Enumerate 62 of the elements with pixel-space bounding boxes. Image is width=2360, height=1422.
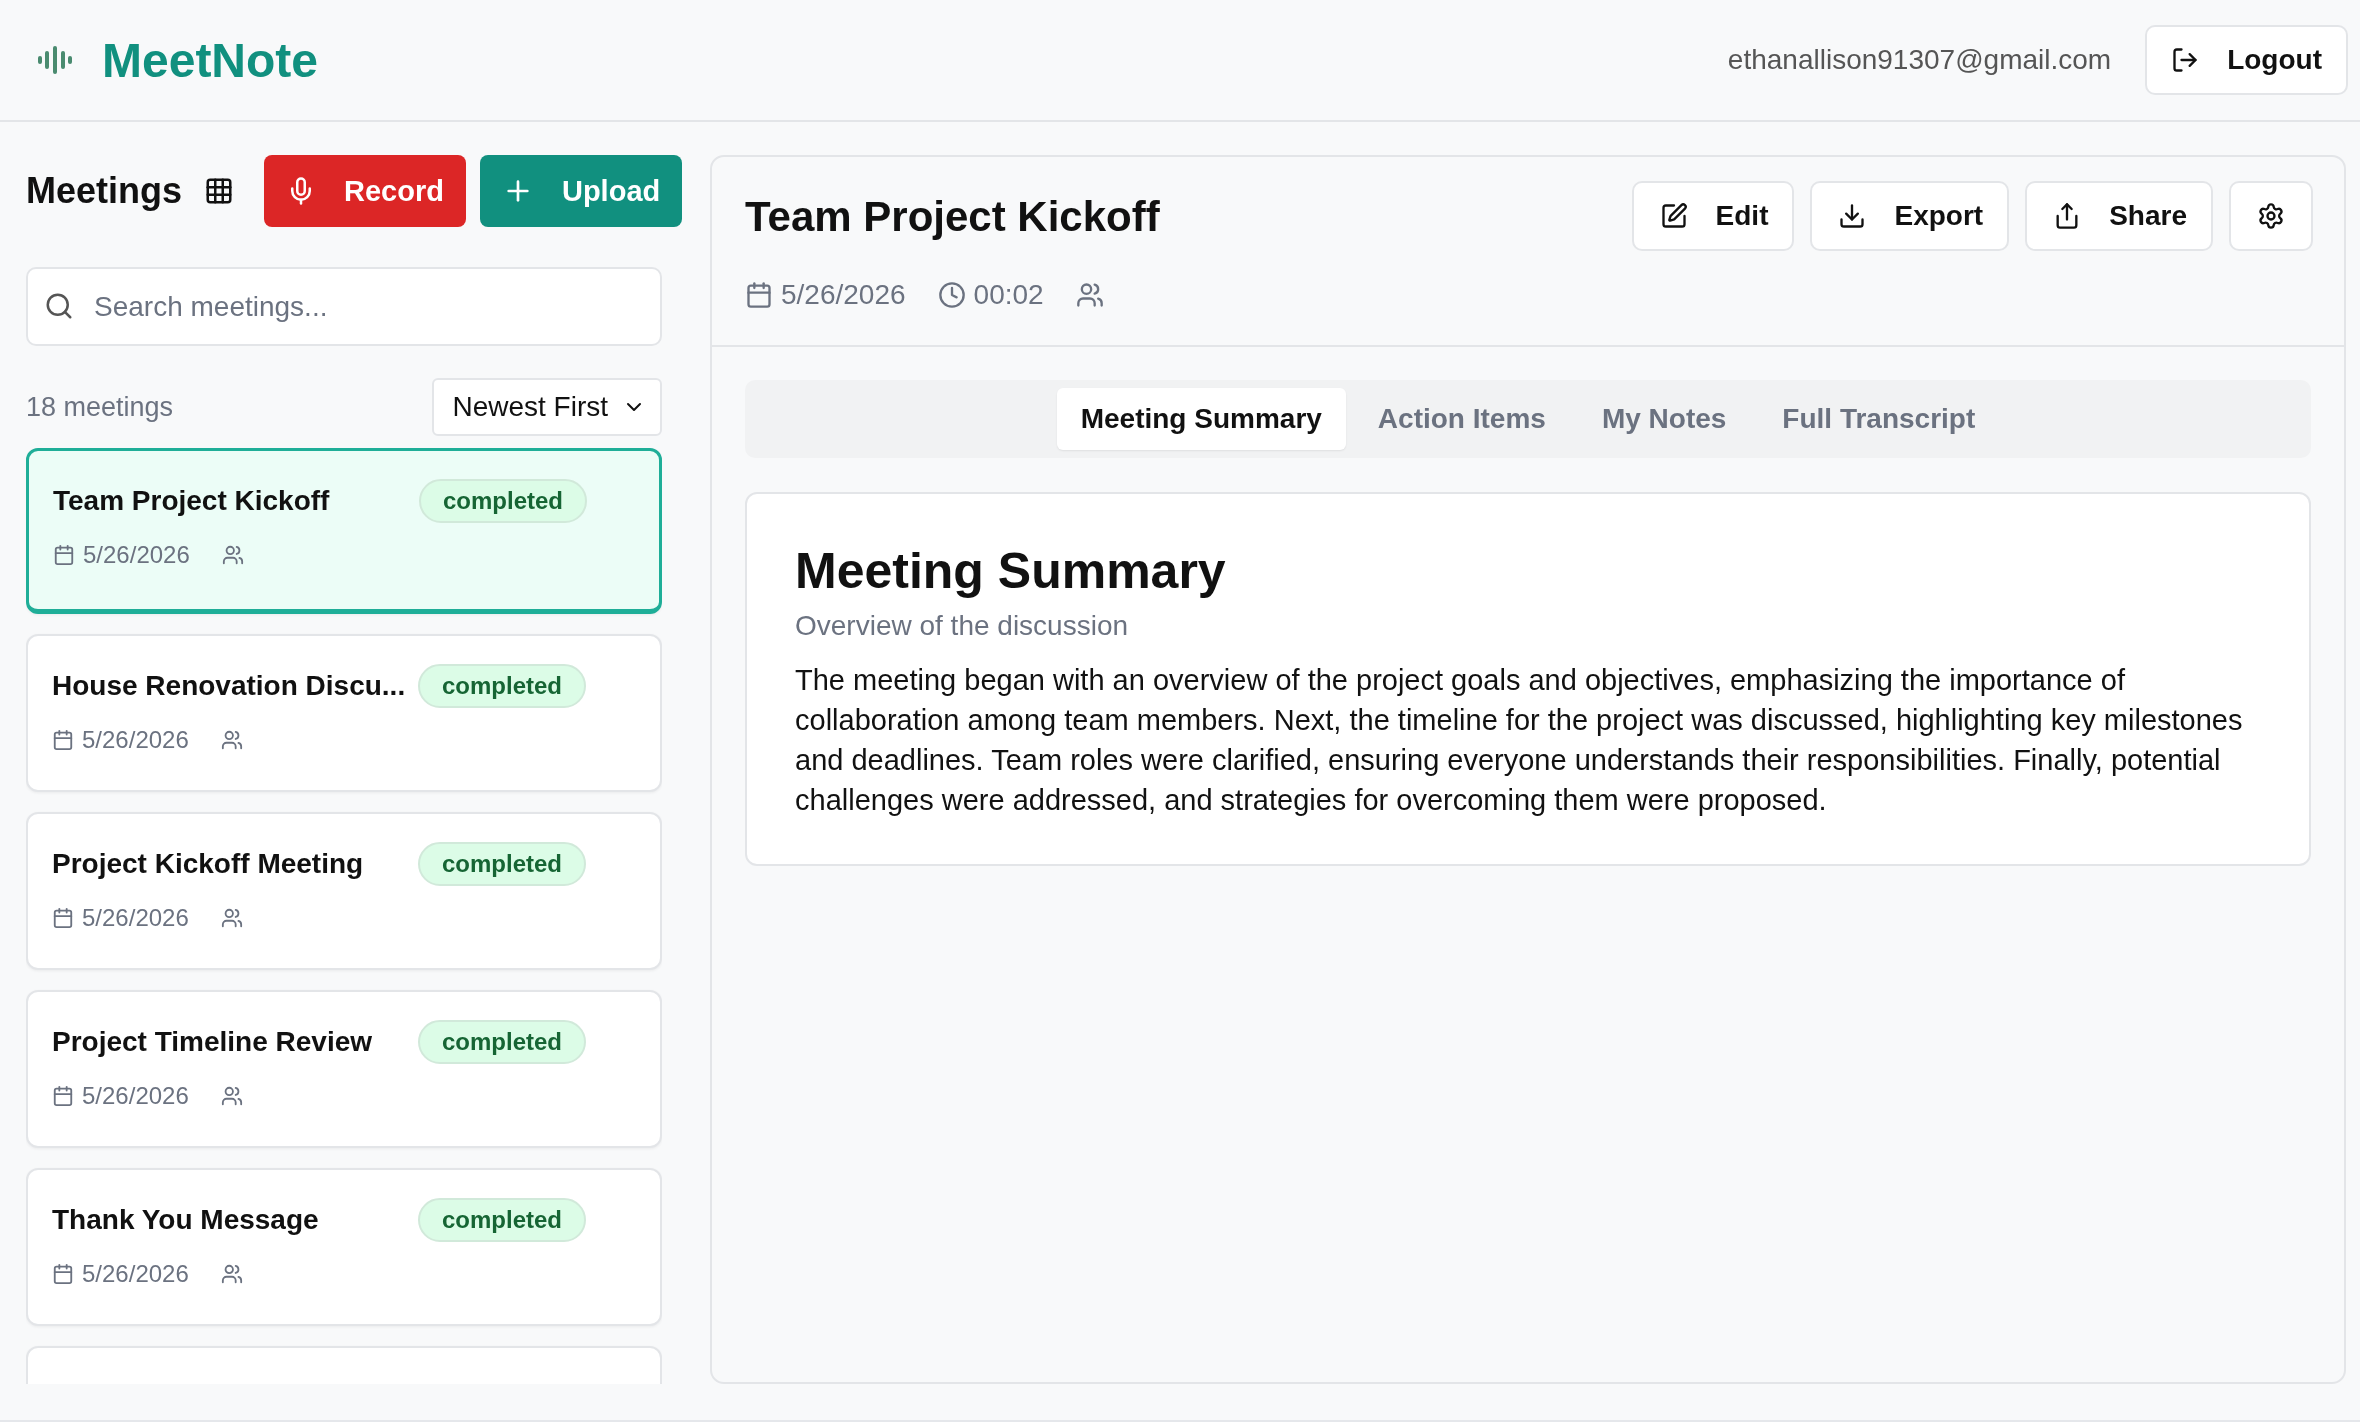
calendar-icon [52, 1263, 74, 1285]
download-icon [1838, 202, 1867, 230]
meeting-title: Project Timeline Review [52, 1026, 374, 1058]
logout-button[interactable]: Logout [2145, 25, 2348, 95]
clock-icon [937, 281, 966, 309]
meeting-card[interactable]: Team Project Kickoff completed 5/26/2026 [26, 448, 662, 614]
search-field[interactable]: Search meetings... [26, 267, 662, 346]
participants-icon [221, 544, 244, 566]
meeting-date: 5/26/2026 [83, 541, 190, 569]
participants-icon [220, 1263, 243, 1285]
meeting-count: 18 meetings [26, 391, 174, 423]
meeting-card[interactable]: Project Timeline Review completed 5/26/2026 [26, 990, 662, 1148]
meeting-date: 5/26/2026 [82, 1082, 189, 1110]
calendar-icon [745, 281, 773, 309]
upload-button[interactable]: Upload [479, 155, 683, 227]
meeting-duration: 00:02 [973, 279, 1044, 311]
calendar-icon [52, 729, 74, 751]
summary-subtitle: Overview of the discussion [795, 610, 1130, 642]
meeting-date: 5/26/2026 [82, 904, 189, 932]
sound-wave-icon [38, 46, 72, 74]
meeting-date: 5/26/2026 [82, 726, 189, 754]
status-badge: completed [418, 842, 587, 886]
summary-heading: Meeting Summary [795, 542, 1227, 600]
edit-button[interactable]: Edit [1631, 181, 1795, 251]
meeting-title: House Renovation Discu... [52, 670, 407, 702]
settings-icon [2257, 202, 2285, 230]
app-logo[interactable]: MeetNote [102, 32, 319, 88]
participants-icon [1075, 281, 1104, 309]
calendar-icon [53, 544, 75, 566]
participants-icon [220, 1085, 243, 1107]
meeting-title: Project Kickoff Meeting [52, 848, 365, 880]
status-badge: completed [418, 1020, 587, 1064]
summary-text: The meeting began with an overview of the project goals and objectives, emphasizing the importance of collaboration among team members. Next, the timeline for the project was discussed, highlighting key milestones and deadlines. Team roles were clarified, ensuring everyone understands their responsibilities. Finally, potential challenges were addressed, and strategies for overcoming them were proposed. [795, 663, 2244, 818]
tab[interactable]: Action Items [1353, 388, 1570, 450]
calendar-icon [52, 907, 74, 929]
record-button[interactable]: Record [264, 155, 466, 227]
tab[interactable]: My Notes [1577, 388, 1751, 450]
sidebar-title: Meetings [26, 170, 183, 212]
settings-button[interactable] [2229, 181, 2313, 251]
search-icon [44, 291, 74, 321]
meeting-date: 5/26/2026 [781, 279, 906, 311]
edit-icon [1659, 202, 1688, 230]
meeting-card[interactable]: House Renovation Discu... completed 5/26/2026 [26, 634, 662, 792]
share-button[interactable]: Share [2025, 181, 2213, 251]
tab[interactable]: Meeting Summary [1056, 388, 1346, 450]
calendar-icon [52, 1085, 74, 1107]
sort-dropdown[interactable]: Newest First [432, 378, 662, 436]
grid-view-icon[interactable] [204, 176, 235, 206]
participants-icon [220, 729, 243, 751]
tab[interactable]: Full Transcript [1758, 388, 2000, 450]
status-badge: completed [419, 479, 588, 523]
participants-icon [220, 907, 243, 929]
user-email: ethanallison91307@gmail.com [1727, 44, 2112, 76]
meeting-title: Team Project Kickoff [53, 485, 331, 517]
meeting-title: Thank You Message [52, 1204, 320, 1236]
status-badge: completed [418, 1198, 587, 1242]
meeting-card[interactable]: Thank You Message completed 5/26/2026 [26, 1168, 662, 1326]
export-button[interactable]: Export [1810, 181, 2010, 251]
meeting-title: Team Project Kickoff [745, 193, 1160, 241]
meeting-card[interactable]: Project Kickoff Meeting completed 5/26/2026 [26, 812, 662, 970]
status-badge: completed [418, 664, 587, 708]
meeting-date: 5/26/2026 [82, 1260, 189, 1288]
